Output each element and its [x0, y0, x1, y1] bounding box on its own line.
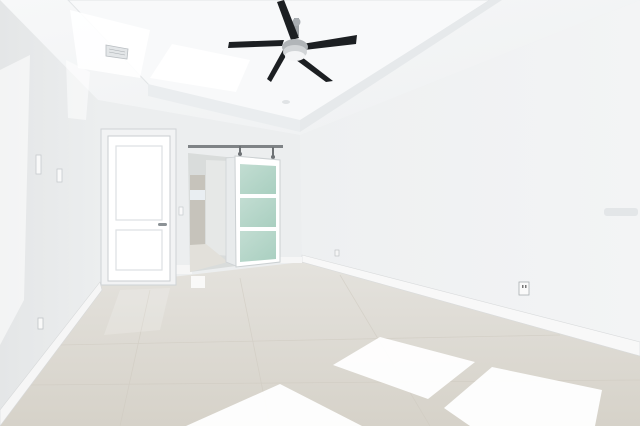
door-handle [158, 223, 167, 226]
floor-reflection [191, 276, 205, 288]
baseboard-back [280, 257, 302, 263]
barn-door-glass [240, 198, 276, 227]
watermark [604, 208, 638, 216]
power-outlet-icon[interactable] [37, 317, 44, 330]
power-outlet-icon[interactable] [334, 249, 340, 257]
barn-door[interactable] [225, 155, 281, 268]
barn-door-track [188, 145, 283, 148]
recessed-light [282, 100, 290, 104]
barn-door-glass [240, 231, 276, 262]
power-outlet-icon[interactable] [518, 281, 530, 296]
room-photo [0, 0, 640, 426]
light-switch-icon[interactable] [178, 206, 184, 216]
barn-door-glass [240, 164, 276, 194]
light-switch-icon[interactable] [56, 168, 63, 183]
light-switch-icon[interactable] [35, 154, 42, 175]
entry-door[interactable] [100, 128, 177, 286]
room-illustration [0, 0, 640, 426]
